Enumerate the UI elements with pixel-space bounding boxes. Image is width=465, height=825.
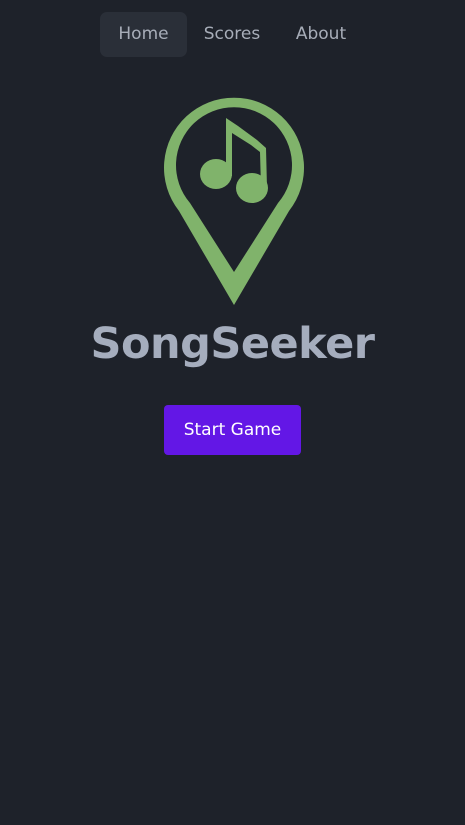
- nav-scores-link[interactable]: Scores: [196, 12, 268, 57]
- map-pin-music-note-icon: [164, 97, 304, 305]
- app-logo: [158, 88, 308, 310]
- music-note-right-head: [236, 173, 268, 203]
- nav-about-link[interactable]: About: [285, 12, 357, 57]
- main-nav: Home Scores About: [0, 12, 465, 57]
- start-game-button[interactable]: Start Game: [164, 405, 301, 455]
- nav-home-link[interactable]: Home: [100, 12, 187, 57]
- music-note-left-head: [200, 159, 232, 189]
- app-title: SongSeeker: [90, 319, 375, 369]
